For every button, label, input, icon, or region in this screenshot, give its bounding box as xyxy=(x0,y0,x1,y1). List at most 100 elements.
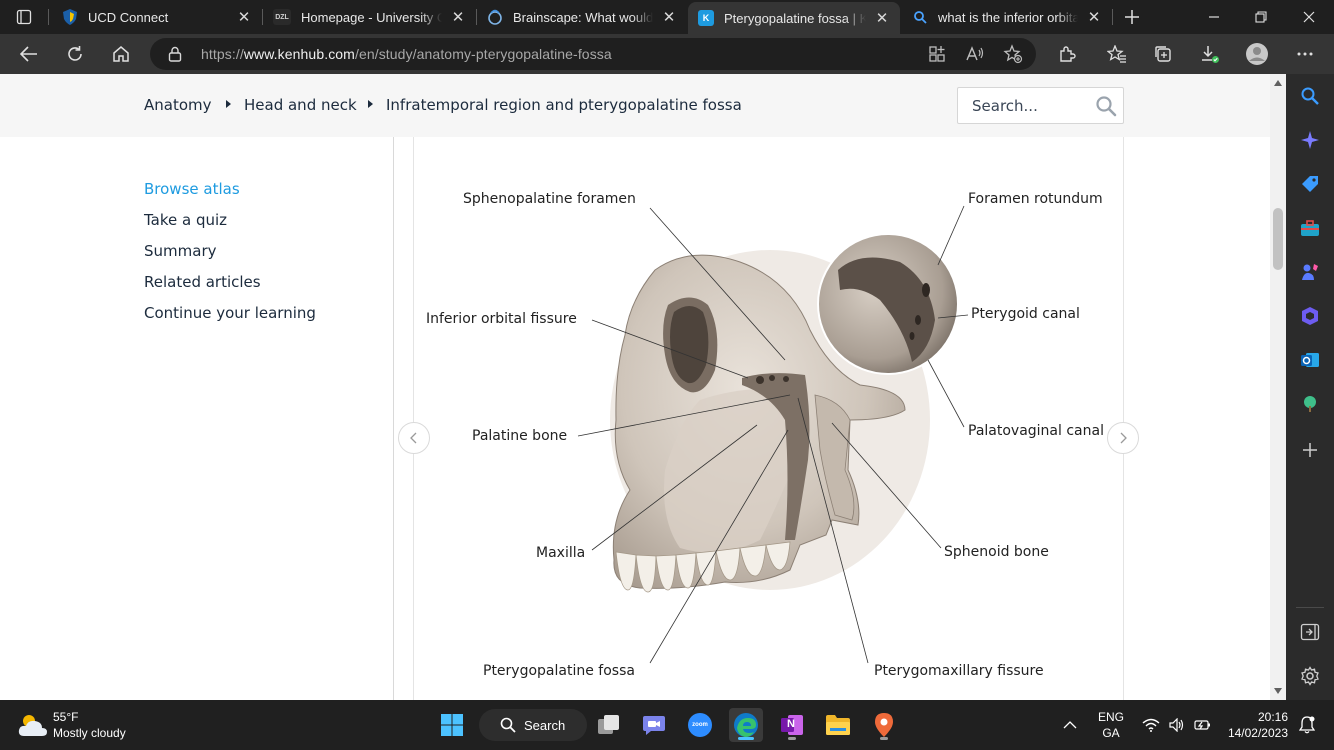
new-tab-button[interactable] xyxy=(1120,5,1144,29)
search-icon[interactable] xyxy=(1095,95,1117,121)
profile-avatar[interactable] xyxy=(1242,40,1272,68)
scroll-up-arrow-icon[interactable] xyxy=(1274,80,1282,86)
maps-app-button[interactable] xyxy=(867,708,901,742)
edge-icon xyxy=(734,713,758,737)
breadcrumb-head-and-neck[interactable]: Head and neck xyxy=(244,96,357,114)
sidebar-divider xyxy=(393,137,394,700)
url-host: www.kenhub.com xyxy=(243,46,355,62)
page-scrollbar[interactable] xyxy=(1270,74,1286,700)
weather-widget[interactable]: 55°F Mostly cloudy xyxy=(18,709,148,741)
downloads-icon[interactable] xyxy=(1195,40,1225,68)
home-button[interactable] xyxy=(106,40,136,68)
cloud-sun-icon xyxy=(18,715,47,736)
restore-button[interactable] xyxy=(1238,0,1284,34)
close-icon[interactable]: ✕ xyxy=(450,9,466,26)
tab-kenhub[interactable]: K Pterygopalatine fossa | Kenhub ✕ xyxy=(688,2,900,34)
sidenav-take-a-quiz[interactable]: Take a quiz xyxy=(144,211,227,229)
edge-app-button[interactable] xyxy=(729,708,763,742)
sidenav-continue-learning[interactable]: Continue your learning xyxy=(144,304,316,322)
sidenav-browse-atlas[interactable]: Browse atlas xyxy=(144,180,240,198)
back-button[interactable] xyxy=(14,40,44,68)
clock-date: 14/02/2023 xyxy=(1227,726,1288,740)
prev-image-button[interactable] xyxy=(398,422,430,454)
microsoft-365-icon[interactable] xyxy=(1298,304,1322,328)
breadcrumb-anatomy[interactable]: Anatomy xyxy=(144,96,212,114)
breadcrumb: Anatomy Head and neck Infratemporal regi… xyxy=(0,74,1270,137)
scroll-down-arrow-icon[interactable] xyxy=(1274,688,1282,694)
language-indicator[interactable]: ENG GA xyxy=(1092,709,1130,741)
tree-icon[interactable] xyxy=(1298,392,1322,416)
task-view-icon xyxy=(598,715,619,734)
games-icon[interactable] xyxy=(1298,260,1322,284)
zoom-icon-text: zoom xyxy=(692,722,708,728)
search-input[interactable] xyxy=(958,88,1088,123)
bell-icon xyxy=(1299,716,1315,734)
address-bar[interactable]: https://www.kenhub.com/en/study/anatomy-… xyxy=(150,38,1036,70)
close-icon[interactable]: ✕ xyxy=(1086,9,1102,26)
taskbar-search-button[interactable]: Search xyxy=(479,709,587,741)
breadcrumb-infratemporal-region[interactable]: Infratemporal region and pterygopalatine… xyxy=(386,96,742,114)
chevron-right-icon xyxy=(1120,432,1127,444)
scroll-thumb[interactable] xyxy=(1273,208,1283,270)
tab-search-results[interactable]: what is the inferior orbital fissure ✕ xyxy=(902,0,1112,34)
collections-icon[interactable] xyxy=(1148,40,1178,68)
close-window-button[interactable] xyxy=(1286,0,1332,34)
add-icon[interactable] xyxy=(1298,438,1322,462)
app-available-icon[interactable] xyxy=(926,43,948,65)
close-icon[interactable]: ✕ xyxy=(236,9,252,26)
notifications-button[interactable] xyxy=(1293,708,1321,742)
file-explorer-button[interactable] xyxy=(821,708,855,742)
chevron-left-icon xyxy=(410,432,417,444)
tools-briefcase-icon[interactable] xyxy=(1298,216,1322,240)
favorites-icon[interactable] xyxy=(1102,40,1132,68)
tab-ucd-connect[interactable]: UCD Connect ✕ xyxy=(52,0,262,34)
tab-brainscape[interactable]: Brainscape: What would you like to study… xyxy=(477,0,687,34)
label-foramen-rotundum: Foramen rotundum xyxy=(968,191,1103,207)
tab-title: UCD Connect xyxy=(88,9,169,25)
next-image-button[interactable] xyxy=(1107,422,1139,454)
taskbar-search-label: Search xyxy=(524,717,566,733)
refresh-button[interactable] xyxy=(60,40,90,68)
sidenav-summary[interactable]: Summary xyxy=(144,242,217,260)
search-icon[interactable] xyxy=(1298,84,1322,108)
kenhub-icon: K xyxy=(698,10,714,26)
outlook-icon[interactable] xyxy=(1298,348,1322,372)
sidenav-related-articles[interactable]: Related articles xyxy=(144,273,261,291)
gear-icon[interactable] xyxy=(1298,664,1322,688)
read-aloud-icon[interactable] xyxy=(964,43,986,65)
clock[interactable]: 20:16 14/02/2023 xyxy=(1222,709,1292,741)
favorite-add-icon[interactable] xyxy=(1002,43,1024,65)
edge-sidebar xyxy=(1286,74,1334,700)
close-icon[interactable]: ✕ xyxy=(661,9,677,26)
shopping-tag-icon[interactable] xyxy=(1298,172,1322,196)
extensions-icon[interactable] xyxy=(1052,40,1082,68)
web-page: Anatomy Head and neck Infratemporal regi… xyxy=(0,74,1270,700)
teams-chat-button[interactable] xyxy=(637,708,671,742)
url-text[interactable]: https://www.kenhub.com/en/study/anatomy-… xyxy=(201,46,612,62)
tab-separator xyxy=(48,9,49,25)
active-app-indicator xyxy=(738,737,754,740)
onenote-app-button[interactable]: N xyxy=(775,708,809,742)
map-pin-icon xyxy=(875,713,893,737)
label-pterygomaxillary-fissure: Pterygomaxillary fissure xyxy=(874,663,1044,679)
tab-ucd-homepage[interactable]: DZL Homepage - University College Dublin… xyxy=(263,0,476,34)
zoom-app-button[interactable]: zoom xyxy=(683,708,717,742)
onenote-icon-letter: N xyxy=(787,718,795,730)
minimize-button[interactable] xyxy=(1191,0,1237,34)
more-options-icon[interactable] xyxy=(1290,40,1320,68)
close-icon[interactable]: ✕ xyxy=(874,10,890,27)
hide-sidebar-icon[interactable] xyxy=(1298,620,1322,644)
weather-condition: Mostly cloudy xyxy=(53,726,126,740)
tab-title: Pterygopalatine fossa | Kenhub xyxy=(724,10,866,26)
start-button[interactable] xyxy=(435,708,469,742)
system-tray-status[interactable] xyxy=(1138,708,1216,742)
label-pterygoid-canal: Pterygoid canal xyxy=(971,306,1080,322)
task-view-button[interactable] xyxy=(592,708,626,742)
url-scheme: https:// xyxy=(201,46,244,62)
sparkle-icon[interactable] xyxy=(1298,128,1322,152)
label-maxilla: Maxilla xyxy=(536,545,586,561)
show-hidden-icons-button[interactable] xyxy=(1055,708,1085,742)
tab-actions-icon[interactable] xyxy=(10,6,38,28)
browser-toolbar: https://www.kenhub.com/en/study/anatomy-… xyxy=(0,34,1334,74)
lock-icon[interactable] xyxy=(168,46,182,66)
